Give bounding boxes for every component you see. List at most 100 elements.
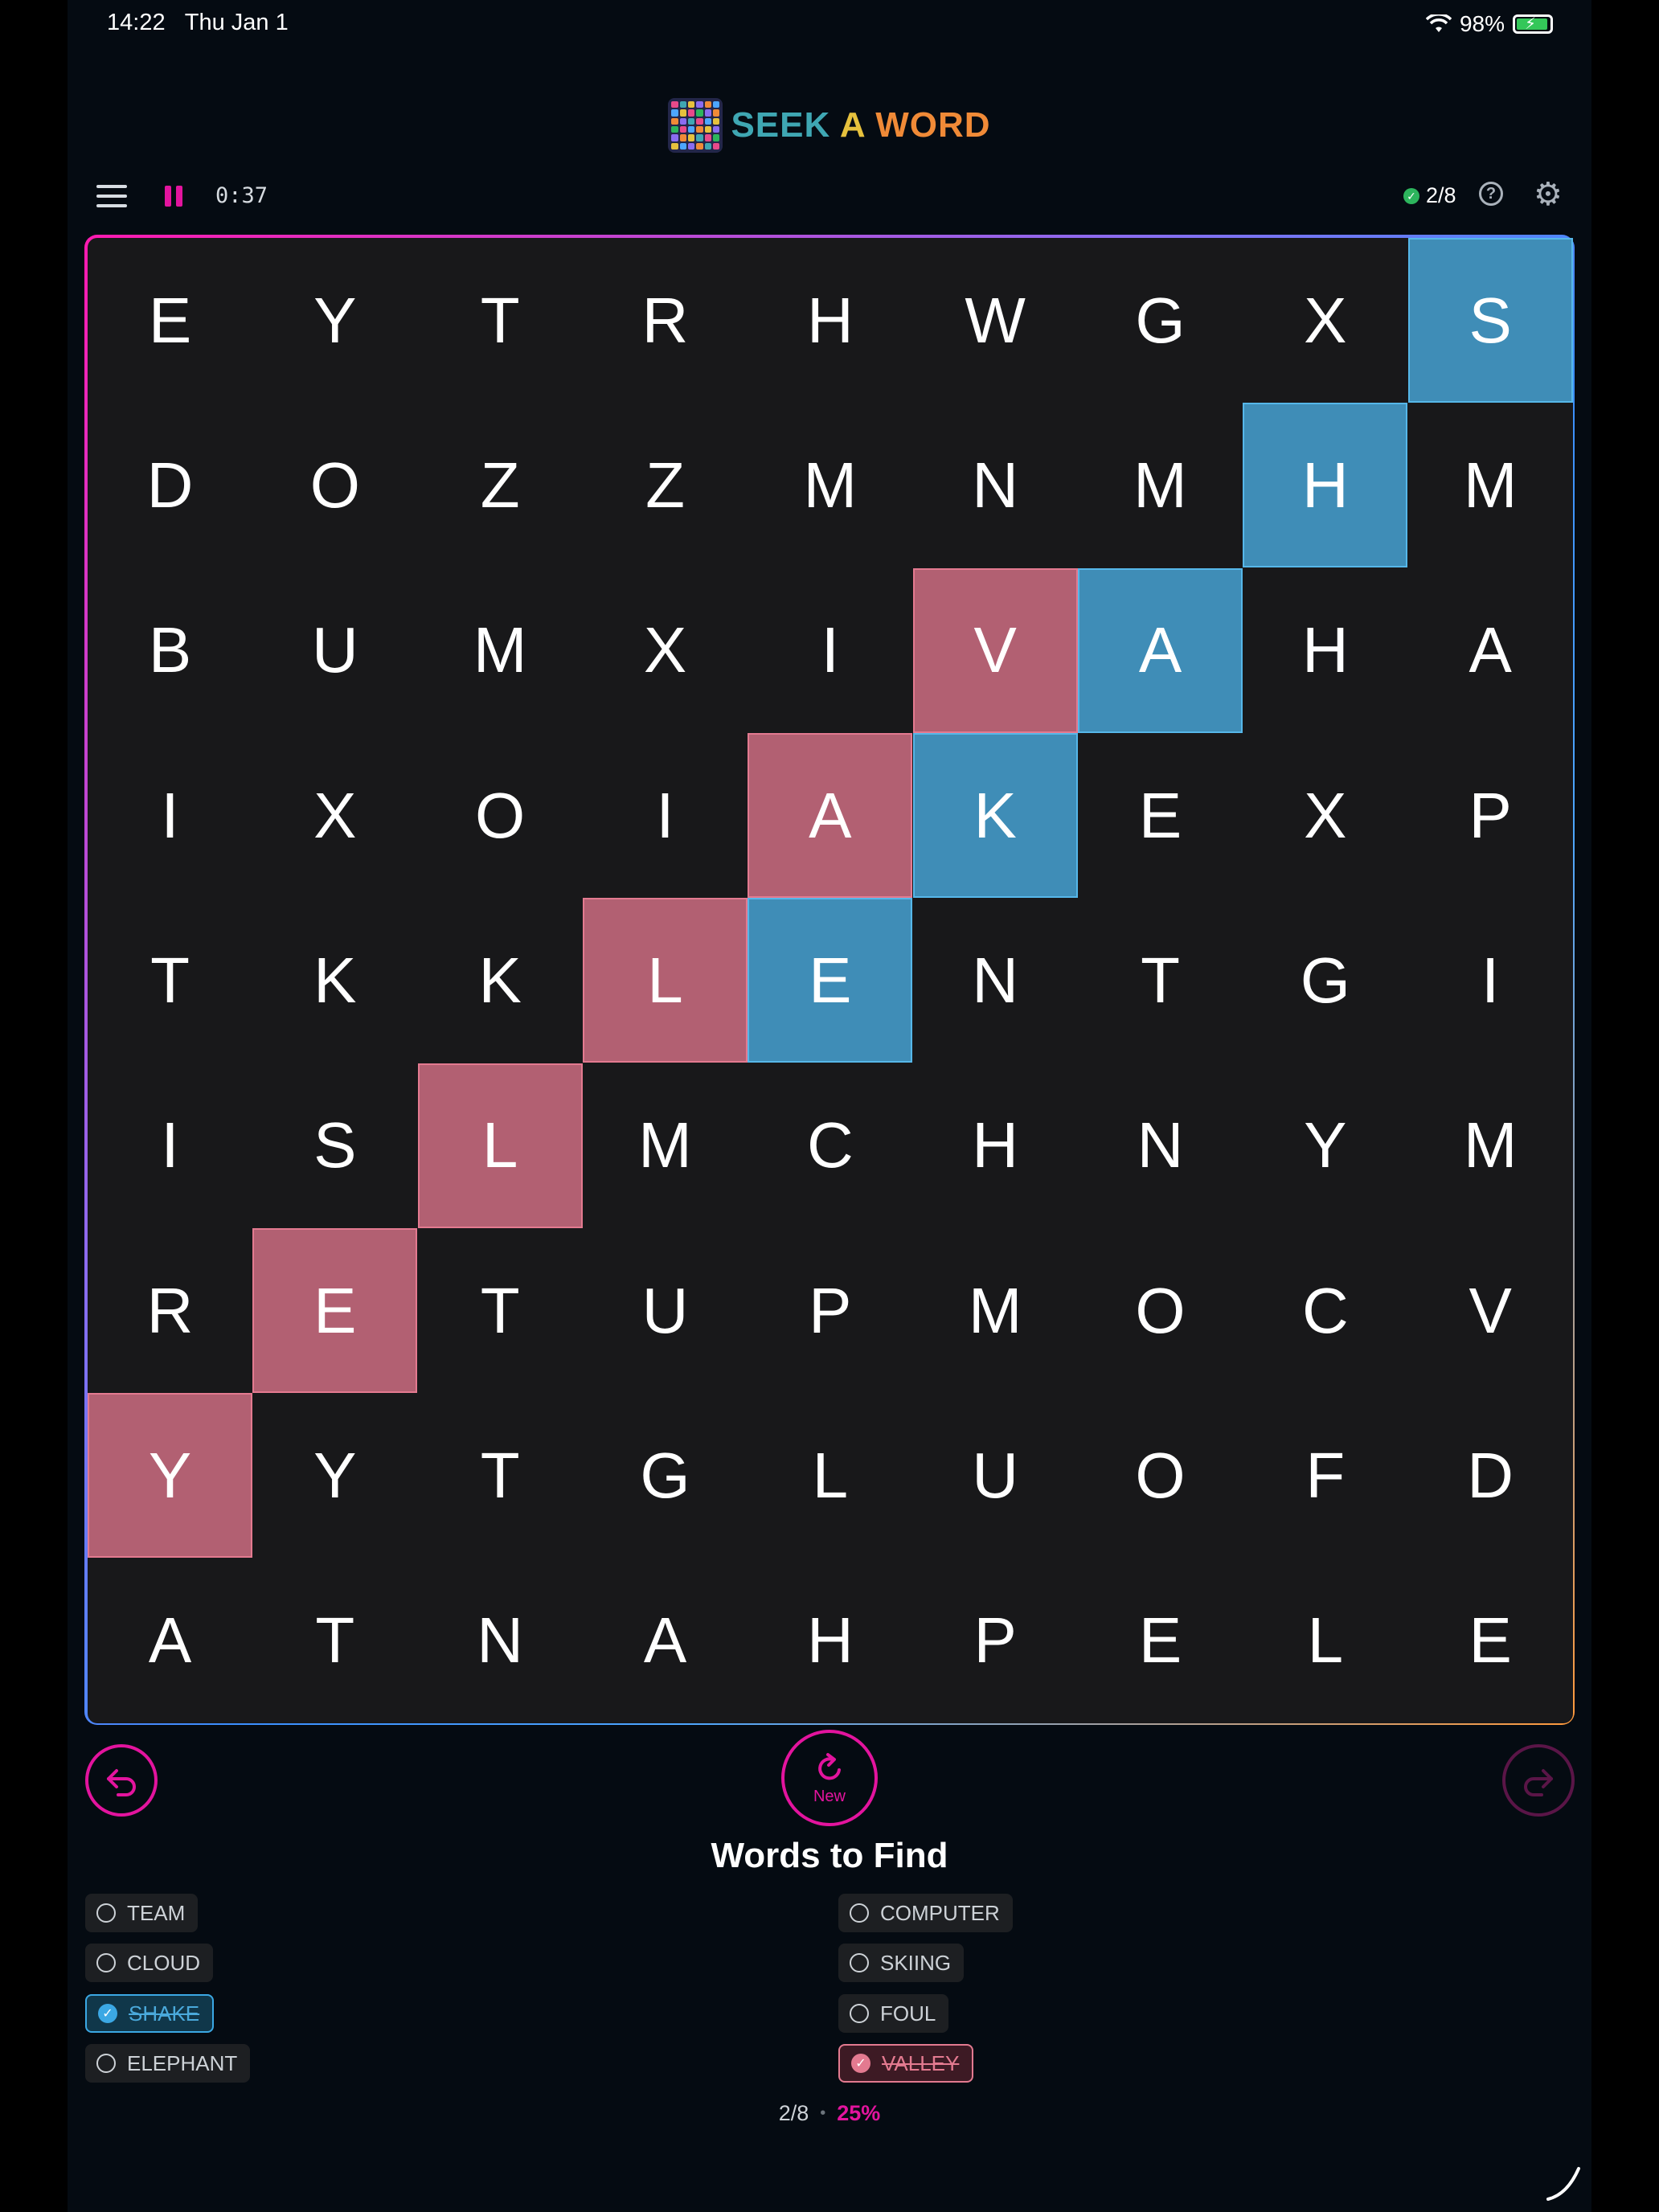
grid-cell[interactable]: I [1408,898,1573,1063]
grid-cell[interactable]: X [1243,238,1407,403]
menu-icon[interactable] [96,185,127,207]
grid-cell[interactable]: K [418,898,583,1063]
grid-cell[interactable]: R [88,1228,252,1393]
grid-cell[interactable]: E [252,1228,418,1393]
grid-cell[interactable]: P [1408,733,1573,898]
grid-cell[interactable]: B [88,568,252,733]
grid-cell[interactable]: P [913,1559,1078,1723]
grid-cell[interactable]: S [1407,238,1573,403]
grid-cell[interactable]: K [252,898,417,1063]
grid-cell[interactable]: N [1078,1063,1243,1228]
grid-cell[interactable]: Z [418,403,583,567]
grid-cell[interactable]: O [1078,1393,1243,1558]
grid-cell[interactable]: K [912,733,1078,898]
gear-icon[interactable]: ⚙ [1534,178,1563,211]
grid-cell[interactable]: N [913,898,1078,1063]
grid-cell[interactable]: U [913,1393,1078,1558]
grid-cell[interactable]: A [88,1559,252,1723]
grid-cell[interactable]: M [418,568,583,733]
resize-handle-icon[interactable] [1543,2162,1583,2202]
grid-cell[interactable]: V [1408,1228,1573,1393]
grid-cell[interactable]: E [88,238,252,403]
undo-button[interactable] [85,1744,158,1817]
grid-cell[interactable]: A [748,733,913,898]
grid-cell[interactable]: X [252,733,417,898]
grid-cell[interactable]: H [913,1063,1078,1228]
grid-cell[interactable]: G [1243,898,1407,1063]
title-text: SEEK A WORD [731,105,990,145]
grid-cell[interactable]: X [583,568,748,733]
grid-cell[interactable]: C [1243,1228,1407,1393]
grid-cell[interactable]: M [1408,403,1573,567]
redo-icon [1524,1769,1553,1796]
help-icon[interactable]: ? [1479,182,1503,206]
title-word: WORD [875,105,991,145]
grid-cell[interactable]: I [583,733,748,898]
grid-cell[interactable]: I [88,1063,252,1228]
grid-cell[interactable]: I [748,568,912,733]
grid-cell[interactable]: H [1243,403,1408,568]
grid-cell[interactable]: T [88,898,252,1063]
grid-cell[interactable]: A [1078,567,1243,733]
app-title: SEEK A WORD [0,98,1659,153]
grid-cell[interactable]: U [583,1228,748,1393]
new-label: New [813,1787,846,1805]
word-label: VALLEY [882,2050,960,2075]
grid-cell[interactable]: L [583,898,748,1063]
word-item-computer: COMPUTER [838,1894,1013,1932]
grid-cell[interactable]: T [252,1559,417,1723]
grid-cell[interactable]: L [748,1393,912,1558]
footer-percent: 25% [837,2101,881,2125]
grid-cell[interactable]: Z [583,403,748,567]
grid-cell[interactable]: I [88,733,252,898]
grid-cell[interactable]: X [1243,733,1407,898]
grid-cell[interactable]: H [1243,568,1407,733]
pause-icon[interactable] [165,186,182,207]
word-label: SKIING [880,1950,952,1975]
grid-cell[interactable]: O [418,733,583,898]
grid-cell[interactable]: A [1408,568,1573,733]
grid-cell[interactable]: O [1078,1228,1243,1393]
grid-cell[interactable]: G [1078,238,1243,403]
grid-cell[interactable]: N [418,1559,583,1723]
grid-cell[interactable]: L [417,1063,583,1228]
grid-cell[interactable]: G [583,1393,748,1558]
letter-grid[interactable]: EYTRHWGXSDOZZMNMHMBUMXIVAHAIXOIAKEXPTKKL… [88,238,1573,1723]
grid-cell[interactable]: Y [252,1393,417,1558]
grid-cell[interactable]: N [913,403,1078,567]
grid-cell[interactable]: T [1078,898,1243,1063]
grid-cell[interactable]: S [252,1063,417,1228]
grid-cell[interactable]: Y [1243,1063,1407,1228]
grid-cell[interactable]: L [1243,1559,1407,1723]
grid-cell[interactable]: R [583,238,748,403]
new-game-button[interactable]: New [781,1730,878,1826]
grid-cell[interactable]: Y [88,1393,252,1559]
grid-cell[interactable]: C [748,1063,912,1228]
grid-cell[interactable]: T [418,238,583,403]
grid-cell[interactable]: D [88,403,252,567]
grid-cell[interactable]: D [1408,1393,1573,1558]
grid-cell[interactable]: H [748,1559,912,1723]
grid-cell[interactable]: F [1243,1393,1407,1558]
grid-cell[interactable]: M [583,1063,748,1228]
grid-cell[interactable]: P [748,1228,912,1393]
redo-button[interactable] [1502,1744,1575,1817]
grid-cell[interactable]: M [1078,403,1243,567]
grid-cell[interactable]: E [1078,733,1243,898]
grid-cell[interactable]: T [418,1228,583,1393]
grid-cell[interactable]: V [912,567,1078,733]
grid-cell[interactable]: H [748,238,912,403]
grid-cell[interactable]: O [252,403,417,567]
grid-cell[interactable]: Y [252,238,417,403]
grid-cell[interactable]: W [913,238,1078,403]
grid-cell[interactable]: T [418,1393,583,1558]
grid-cell[interactable]: M [748,403,912,567]
grid-cell[interactable]: M [1408,1063,1573,1228]
grid-cell[interactable]: E [748,898,913,1063]
grid-cell[interactable]: A [583,1559,748,1723]
grid-cell[interactable]: U [252,568,417,733]
grid-cell[interactable]: E [1078,1559,1243,1723]
grid-cell[interactable]: E [1408,1559,1573,1723]
word-label: SHAKE [129,2001,200,2026]
grid-cell[interactable]: M [913,1228,1078,1393]
